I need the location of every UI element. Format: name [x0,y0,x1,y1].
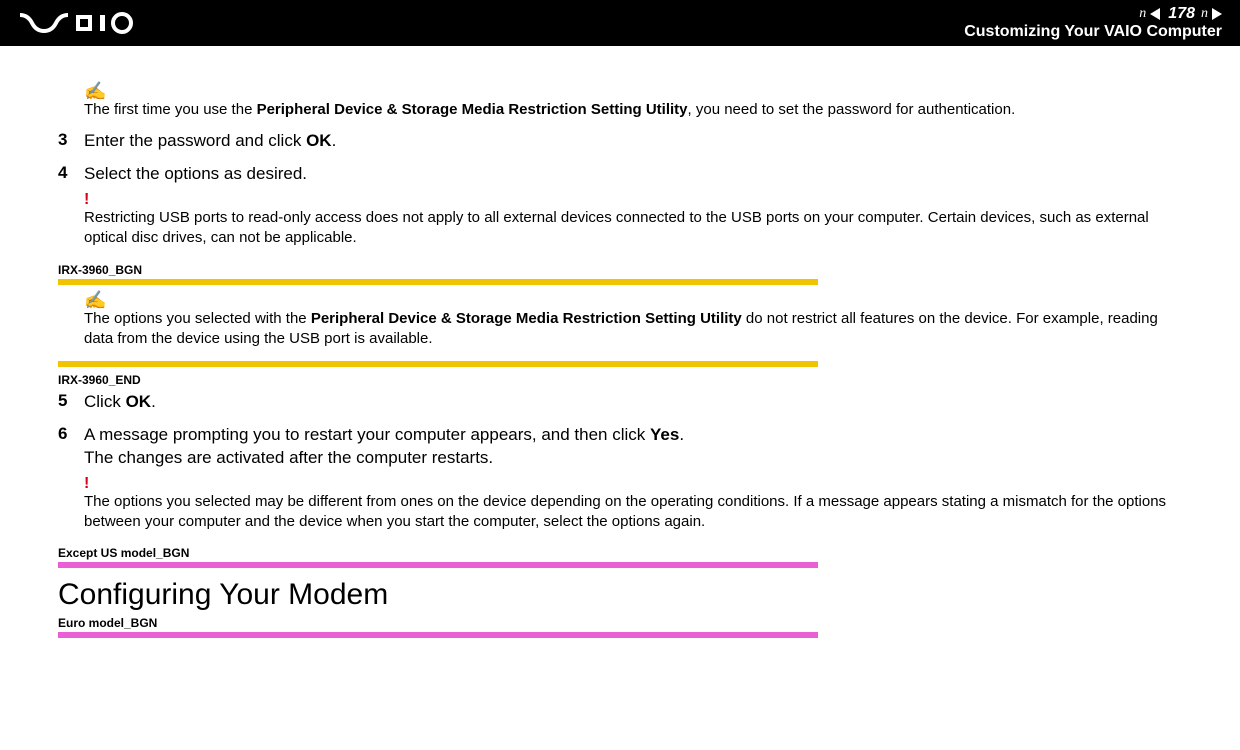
nav-prev-icon[interactable] [1150,8,1160,20]
warning-block-1: ! Restricting USB ports to read-only acc… [84,192,1190,249]
step6-line2: The changes are activated after the comp… [84,448,493,467]
divider-yellow-2 [58,361,818,367]
divider-magenta-1 [58,562,818,568]
vaio-logo-icon [18,11,148,35]
step-4-text: Select the options as desired. [84,163,307,186]
step-5-number: 5 [30,391,84,411]
warning-icon: ! [84,192,1190,208]
divider-magenta-2 [58,632,818,638]
note1-bold: Peripheral Device & Storage Media Restri… [257,101,688,118]
step-5-text: Click OK. [84,391,156,414]
marker-irx-bgn: IRX-3960_BGN [58,263,1210,277]
step3-pre: Enter the password and click [84,131,306,150]
warning-block-2: ! The options you selected may be differ… [84,476,1190,533]
step-6: 6 A message prompting you to restart you… [30,424,1210,470]
marker-irx-end: IRX-3960_END [58,373,1210,387]
note2-pre: The options you selected with the [84,310,311,327]
note-icon: ✍ [84,82,1190,100]
page-navigation: n 178 n [964,5,1222,23]
note-text-1: The first time you use the Peripheral De… [84,100,1190,120]
note-text-2: The options you selected with the Periph… [84,309,1190,350]
warning-text-2: The options you selected may be differen… [84,492,1190,533]
step-3-number: 3 [30,130,84,150]
step3-bold: OK [306,131,332,150]
note2-bold: Peripheral Device & Storage Media Restri… [311,310,742,327]
nav-n-right: n [1201,6,1208,22]
note-block-1: ✍ The first time you use the Peripheral … [84,82,1190,120]
step6-post: . [679,425,684,444]
marker-except-us: Except US model_BGN [58,546,1210,560]
note1-pre: The first time you use the [84,101,257,118]
step-4-number: 4 [30,163,84,183]
nav-n-left: n [1139,6,1146,22]
step-3: 3 Enter the password and click OK. [30,130,1210,153]
step-5: 5 Click OK. [30,391,1210,414]
note1-post: , you need to set the password for authe… [688,101,1016,118]
step3-post: . [332,131,337,150]
section-title: Customizing Your VAIO Computer [964,23,1222,41]
header-bar: n 178 n Customizing Your VAIO Computer [0,0,1240,46]
step5-post: . [151,392,156,411]
note-icon: ✍ [84,291,1190,309]
marker-euro: Euro model_BGN [58,616,1210,630]
step-3-text: Enter the password and click OK. [84,130,336,153]
step-6-text: A message prompting you to restart your … [84,424,684,470]
warning-text-1: Restricting USB ports to read-only acces… [84,208,1190,249]
step-4: 4 Select the options as desired. [30,163,1210,186]
warning-icon: ! [84,476,1190,492]
header-right: n 178 n Customizing Your VAIO Computer [964,5,1222,42]
vaio-logo [18,11,148,35]
divider-yellow-1 [58,279,818,285]
step5-bold: OK [126,392,152,411]
page-content: ✍ The first time you use the Peripheral … [0,46,1240,638]
heading-configuring-modem: Configuring Your Modem [58,578,1210,612]
step6-bold: Yes [650,425,679,444]
nav-next-icon[interactable] [1212,8,1222,20]
page-number: 178 [1168,5,1195,23]
step6-pre: A message prompting you to restart your … [84,425,650,444]
step5-pre: Click [84,392,126,411]
step-6-number: 6 [30,424,84,444]
note-block-2: ✍ The options you selected with the Peri… [84,291,1190,350]
